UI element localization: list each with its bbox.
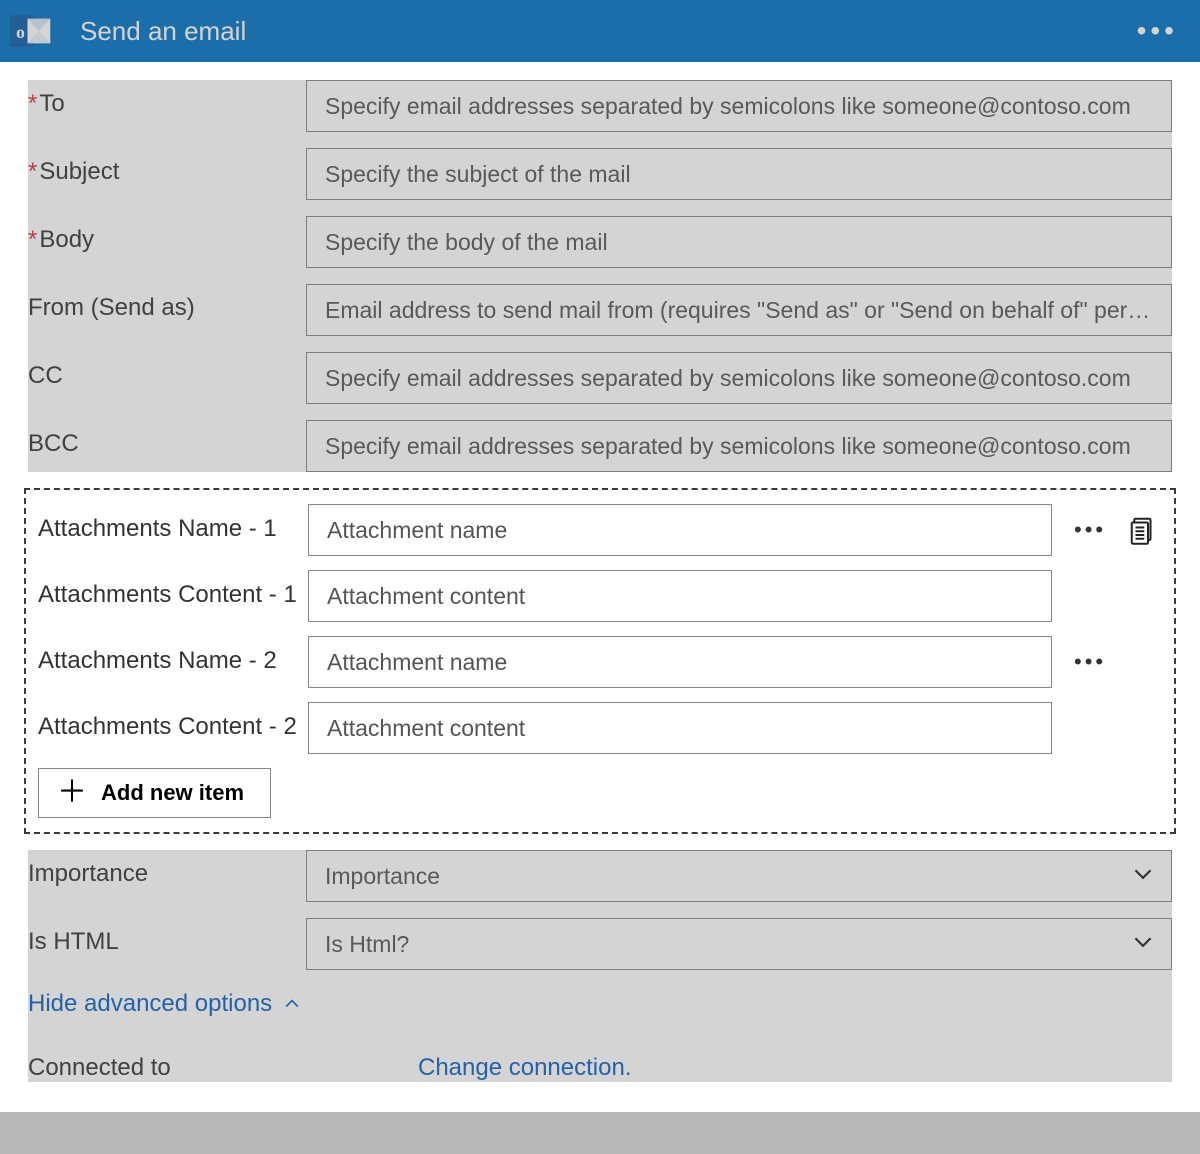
attachment-2-more-icon[interactable]: ••• (1070, 649, 1110, 675)
from-label: From (Send as) (28, 284, 306, 322)
attachment-name-2-input[interactable] (308, 636, 1052, 688)
bcc-input[interactable] (306, 420, 1172, 472)
attachment-content-1-label: Attachments Content - 1 (38, 570, 308, 610)
ishtml-label: Is HTML (28, 918, 306, 956)
card-title: Send an email (62, 16, 246, 47)
outlook-icon: o (0, 0, 62, 62)
to-input[interactable] (306, 80, 1172, 132)
from-input[interactable] (306, 284, 1172, 336)
chevron-up-icon (282, 994, 302, 1014)
attachment-1-token-picker-icon[interactable] (1128, 515, 1158, 545)
attachments-section: Attachments Name - 1 ••• (24, 488, 1176, 834)
svg-text:o: o (16, 22, 25, 42)
body-input[interactable] (306, 216, 1172, 268)
attachment-name-2-label: Attachments Name - 2 (38, 636, 308, 676)
attachment-content-2-label: Attachments Content - 2 (38, 702, 308, 742)
add-new-item-label: Add new item (101, 780, 244, 806)
importance-select[interactable] (306, 850, 1172, 902)
add-new-item-button[interactable]: ＋ Add new item (38, 768, 271, 818)
ishtml-select[interactable] (306, 918, 1172, 970)
cc-input[interactable] (306, 352, 1172, 404)
attachment-1-more-icon[interactable]: ••• (1070, 517, 1110, 543)
card-header: o Send an email ••• (0, 0, 1200, 62)
connected-to-label: Connected to (28, 1054, 418, 1082)
change-connection-link[interactable]: Change connection. (418, 1054, 632, 1082)
to-label: *To (28, 80, 306, 118)
body-label: *Body (28, 216, 306, 254)
attachment-name-1-input[interactable] (308, 504, 1052, 556)
cc-label: CC (28, 352, 306, 390)
importance-label: Importance (28, 850, 306, 888)
hide-advanced-options-link[interactable]: Hide advanced options (28, 990, 302, 1018)
attachment-content-1-input[interactable] (308, 570, 1052, 622)
plus-icon: ＋ (57, 778, 87, 808)
subject-label: *Subject (28, 148, 306, 186)
attachment-name-1-label: Attachments Name - 1 (38, 504, 308, 544)
card-menu-button[interactable]: ••• (1137, 15, 1178, 47)
attachment-content-2-input[interactable] (308, 702, 1052, 754)
bcc-label: BCC (28, 420, 306, 458)
subject-input[interactable] (306, 148, 1172, 200)
